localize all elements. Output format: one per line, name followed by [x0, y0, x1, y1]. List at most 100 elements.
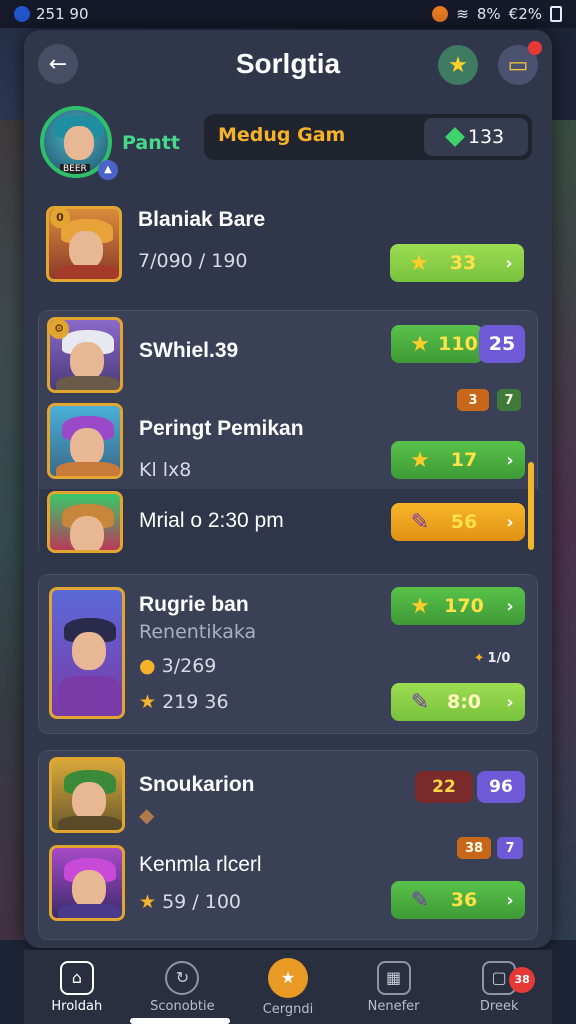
nav-item-cup[interactable]: ▢ Dreek 38 [449, 960, 549, 1014]
reward-value: 170 [444, 595, 484, 617]
list-item[interactable]: Snoukarion ◆ 22 96 [39, 757, 539, 835]
inbox-icon: ▭ [507, 52, 529, 78]
hero-portrait [47, 403, 123, 479]
chevron-right-icon: › [506, 595, 514, 617]
chevron-right-icon: › [506, 889, 514, 911]
list-item[interactable]: Peringt Pemikan Kl lx8 3 7 ★ 17 › [39, 389, 539, 481]
battery-text: 8% [476, 5, 501, 23]
star-icon: ★ [409, 250, 429, 276]
featured-card[interactable]: 0 Blaniak Bare 7/090 / 190 ★ 33 › [38, 198, 538, 294]
purple-badge: 96 [477, 771, 525, 803]
stat-1: ● 3/269 [139, 655, 217, 677]
nav-badge: 38 [509, 966, 536, 993]
mini-badge: 3 [457, 389, 489, 411]
stat-2: ★ 219 36 [139, 691, 229, 713]
reward-value: 110 [438, 333, 478, 355]
refresh-icon: ↻ [165, 960, 200, 995]
reward-value: 36 [450, 889, 478, 911]
coin-icon: ● [139, 655, 156, 677]
quest-group-3: Snoukarion ◆ 22 96 Kenmla rlcerl ★ 59 / … [38, 750, 538, 940]
list-item[interactable]: ⚙ SWhiel.39 ★ 110 25 [39, 315, 539, 393]
level-icon: ⚙ [49, 319, 69, 339]
avatar-tag: BEER [60, 164, 90, 174]
star-icon: ★ [139, 691, 157, 713]
swap-button[interactable]: 25 [479, 325, 525, 363]
nav-item-home[interactable]: ⌂ Hroldah [27, 960, 127, 1014]
player-name: Pantt [122, 132, 180, 154]
quest-title: SWhiel.39 [139, 339, 239, 362]
home-indicator [130, 1018, 230, 1024]
star-icon: ★ [139, 891, 157, 913]
bag-icon: ◆ [139, 803, 155, 827]
scroll-icon: ✎ [410, 509, 430, 535]
quest-title: Snoukarion [139, 773, 255, 796]
quest-title: Rugrie ban [139, 593, 249, 616]
quest-group-1: ⚙ SWhiel.39 ★ 110 25 Peringt Pemikan Kl l… [38, 310, 539, 557]
quest-progress: 7/090 / 190 [138, 250, 248, 272]
gem-icon [444, 127, 465, 147]
grid-icon: ▦ [376, 960, 411, 995]
reward-value: 8:0 [446, 691, 482, 713]
star-icon: ★ [448, 52, 468, 78]
red-badge: 22 [415, 771, 473, 803]
scroll-icon: ✎ [410, 689, 430, 715]
claim-button[interactable]: ★ 110 [391, 325, 483, 363]
quest-title: Kenmla rlcerl [139, 853, 262, 876]
level-icon: 0 [50, 208, 70, 228]
claim-button[interactable]: ★ 170 › [391, 587, 525, 625]
hero-portrait [47, 491, 123, 553]
claim-button[interactable]: ✎ 36 › [391, 881, 525, 919]
chevron-right-icon: › [505, 252, 513, 274]
claim-button[interactable]: ✎ 56 › [391, 503, 525, 541]
scroll-icon: ✎ [410, 887, 430, 913]
star-icon: ★ [410, 447, 430, 473]
game-bar[interactable]: Medug Gam 133 [204, 114, 532, 160]
bottom-nav: ⌂ Hroldah ↻ Sconobtie ★ Cergndi ▦ Nenefer ▢ D… [24, 950, 552, 1024]
favorite-button[interactable]: ★ [438, 45, 478, 85]
home-icon: ⌂ [59, 960, 94, 995]
status-time: 251 90 [36, 5, 89, 23]
hero-portrait [49, 757, 125, 833]
gem-counter: 133 [424, 118, 528, 156]
quest-subtitle: Renentikaka [139, 621, 257, 643]
star-icon: ★ [267, 957, 308, 998]
signal-text: €2% [508, 5, 542, 23]
mini-badge: 7 [497, 837, 523, 859]
scrollbar[interactable] [528, 462, 534, 550]
list-item[interactable]: Mrial o 2:30 pm ✎ 56 › [39, 489, 539, 557]
mini-badge: 7 [497, 389, 521, 411]
notification-icon [432, 6, 449, 22]
quest-group-2[interactable]: Rugrie ban Renentikaka ● 3/269 ★ 219 36 … [38, 574, 538, 734]
quest-title: Mrial o 2:30 pm [139, 509, 284, 532]
swap-icon: 25 [488, 333, 516, 355]
quest-title: Peringt Pemikan [139, 417, 304, 440]
reward-value: 17 [450, 449, 478, 471]
game-name: Medug Gam [218, 124, 346, 146]
quest-progress: Kl lx8 [139, 459, 192, 481]
battery-icon [550, 6, 562, 22]
claim-button[interactable]: ✎ 8:0 › [391, 683, 525, 721]
quest-progress: ★ 59 / 100 [139, 891, 242, 913]
list-item[interactable]: Kenmla rlcerl ★ 59 / 100 38 7 ✎ 36 › [39, 837, 539, 923]
status-bar: 251 90 ≋ 8% €2% [0, 0, 576, 28]
inbox-button[interactable]: ▭ [498, 41, 542, 85]
nav-item-refresh[interactable]: ↻ Sconobtie [132, 960, 232, 1014]
chevron-right-icon: › [506, 449, 514, 471]
nav-item-grid[interactable]: ▦ Nenefer [344, 960, 444, 1014]
profile-section: BEER ▲ Pantt Medug Gam 133 [40, 104, 540, 188]
avatar-upgrade-icon[interactable]: ▲ [98, 160, 118, 180]
mini-badge: ✦ 1/0 [473, 650, 511, 666]
star-icon: ★ [410, 593, 430, 619]
hero-portrait [49, 845, 125, 921]
chevron-right-icon: › [506, 691, 514, 713]
chevron-right-icon: › [506, 511, 514, 533]
nav-item-center[interactable]: ★ Cergndi [238, 957, 338, 1017]
main-panel: ← Sorlgtia ★ ▭ BEER ▲ Pantt Medug Gam 13… [24, 30, 552, 948]
notification-badge [528, 41, 542, 55]
hero-portrait [49, 587, 125, 719]
claim-button[interactable]: ★ 17 › [391, 441, 525, 479]
gem-count: 133 [467, 126, 505, 148]
reward-value: 56 [450, 511, 478, 533]
header: ← Sorlgtia ★ ▭ [24, 30, 552, 102]
claim-button[interactable]: ★ 33 › [390, 244, 524, 282]
